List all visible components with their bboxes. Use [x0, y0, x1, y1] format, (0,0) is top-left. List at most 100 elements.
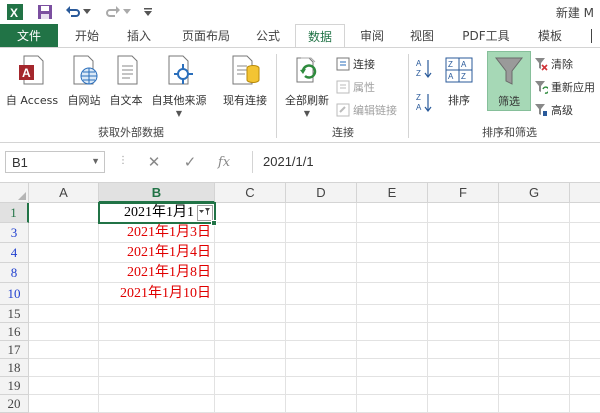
column-header-c[interactable]: C	[215, 183, 286, 203]
redo-dropdown-icon[interactable]	[122, 3, 132, 21]
edit-links-icon	[336, 103, 350, 117]
column-header-next[interactable]	[570, 183, 600, 203]
row-header-19[interactable]: 19	[0, 377, 29, 395]
row-header-17[interactable]: 17	[0, 341, 29, 359]
tab-more[interactable]	[582, 24, 600, 47]
tab-review[interactable]: 审阅	[350, 24, 394, 47]
row-header-20[interactable]: 20	[0, 395, 29, 413]
refresh-all-button[interactable]: 全部刷新 ▼	[282, 54, 332, 118]
customize-qat-icon[interactable]	[142, 3, 154, 21]
connections-button[interactable]: 连接	[336, 56, 375, 72]
formula-bar-splitter-icon[interactable]: ⋮	[118, 155, 129, 166]
sort-descending-button[interactable]: ZA	[416, 92, 432, 117]
existing-connections-icon	[229, 54, 261, 86]
group-label-connections: 连接	[332, 126, 354, 139]
svg-text:A: A	[461, 60, 467, 69]
name-box-dropdown-icon[interactable]: ▼	[91, 156, 100, 166]
from-access-button[interactable]: A 自 Access	[4, 54, 60, 108]
grid-line	[29, 376, 600, 377]
tab-data[interactable]: 数据	[295, 24, 345, 48]
from-web-button[interactable]: 自网站	[64, 54, 104, 108]
ribbon-tabs: 文件 开始 插入 页面布局 公式 数据 审阅 视图 PDF工具 模板	[0, 24, 600, 48]
name-box[interactable]: B1 ▼	[5, 151, 105, 173]
svg-text:Z: Z	[416, 69, 421, 78]
tab-formulas[interactable]: 公式	[246, 24, 290, 47]
svg-text:A: A	[416, 103, 422, 112]
cell-b3[interactable]: 2021年1月3日	[99, 223, 215, 243]
cancel-icon[interactable]: ✕	[144, 151, 164, 173]
column-header-e[interactable]: E	[357, 183, 428, 203]
excel-logo-icon: X	[6, 3, 24, 21]
row-header-3[interactable]: 3	[0, 223, 29, 243]
formula-input[interactable]: 2021/1/1	[252, 151, 600, 173]
from-text-button[interactable]: 自文本	[106, 54, 146, 108]
connections-icon	[336, 57, 350, 71]
clear-filter-icon	[534, 57, 548, 71]
grid-line	[427, 203, 428, 413]
dropdown-arrow-icon: ▼	[175, 109, 183, 118]
from-other-sources-button[interactable]: 自其他来源 ▼	[148, 54, 210, 118]
sort-button[interactable]: ZAAZ 排序	[440, 54, 478, 108]
column-header-f[interactable]: F	[428, 183, 499, 203]
properties-button[interactable]: 属性	[336, 79, 375, 95]
group-label-external-data: 获取外部数据	[98, 126, 164, 139]
svg-text:X: X	[10, 6, 18, 20]
tab-file[interactable]: 文件	[0, 24, 58, 47]
reapply-button[interactable]: 重新应用	[534, 79, 595, 95]
grid-line	[29, 358, 600, 359]
column-header-b[interactable]: B	[99, 183, 215, 203]
sort-ascending-button[interactable]: AZ	[416, 58, 432, 83]
other-sources-icon	[163, 54, 195, 86]
column-header-g[interactable]: G	[499, 183, 570, 203]
tab-pdf-tools[interactable]: PDF工具	[452, 24, 520, 47]
grid-line	[29, 322, 600, 323]
row-header-15[interactable]: 15	[0, 305, 29, 323]
filter-funnel-icon	[493, 55, 525, 87]
dropdown-arrow-icon: ▼	[303, 109, 311, 118]
grid-line	[29, 394, 600, 395]
svg-text:Z: Z	[416, 93, 421, 102]
properties-icon	[336, 80, 350, 94]
grid-line	[29, 340, 600, 341]
filter-button[interactable]: 筛选	[487, 51, 531, 111]
row-header-10[interactable]: 10	[0, 283, 29, 305]
svg-text:A: A	[22, 66, 31, 80]
redo-icon[interactable]	[104, 3, 122, 21]
undo-dropdown-icon[interactable]	[82, 3, 92, 21]
existing-connections-button[interactable]: 现有连接	[218, 54, 272, 108]
select-all-button[interactable]	[0, 183, 29, 203]
row-header-4[interactable]: 4	[0, 243, 29, 263]
cell-b10[interactable]: 2021年1月10日	[99, 283, 215, 305]
save-icon[interactable]	[36, 3, 54, 21]
row-header-18[interactable]: 18	[0, 359, 29, 377]
tab-template[interactable]: 模板	[528, 24, 572, 47]
edit-links-button[interactable]: 编辑链接	[336, 102, 397, 118]
sort-descending-icon: ZA	[416, 92, 432, 117]
group-separator	[276, 54, 277, 138]
row-header-16[interactable]: 16	[0, 323, 29, 341]
svg-text:A: A	[416, 59, 422, 68]
filter-active-icon	[199, 208, 210, 215]
advanced-filter-button[interactable]: 高级	[534, 102, 573, 118]
formula-bar: B1 ▼ ⋮ ✕ ✓ fx 2021/1/1	[0, 143, 600, 183]
svg-text:Z: Z	[461, 72, 466, 81]
tab-page-layout[interactable]: 页面布局	[170, 24, 242, 47]
refresh-icon	[291, 54, 323, 86]
enter-icon[interactable]: ✓	[180, 151, 200, 173]
row-header-1[interactable]: 1	[0, 203, 29, 223]
column-header-d[interactable]: D	[286, 183, 357, 203]
sort-icon: ZAAZ	[443, 54, 475, 86]
row-header-8[interactable]: 8	[0, 263, 29, 283]
insert-function-icon[interactable]: fx	[214, 151, 234, 173]
cell-b4[interactable]: 2021年1月4日	[99, 243, 215, 263]
group-separator	[408, 54, 409, 138]
svg-text:Z: Z	[448, 60, 453, 69]
filter-dropdown-button[interactable]	[197, 205, 213, 221]
clear-filter-button[interactable]: 清除	[534, 56, 573, 72]
tab-home[interactable]: 开始	[64, 24, 110, 47]
undo-icon[interactable]	[64, 3, 82, 21]
tab-insert[interactable]: 插入	[114, 24, 164, 47]
tab-view[interactable]: 视图	[400, 24, 444, 47]
cell-b8[interactable]: 2021年1月8日	[99, 263, 215, 283]
column-header-a[interactable]: A	[29, 183, 99, 203]
